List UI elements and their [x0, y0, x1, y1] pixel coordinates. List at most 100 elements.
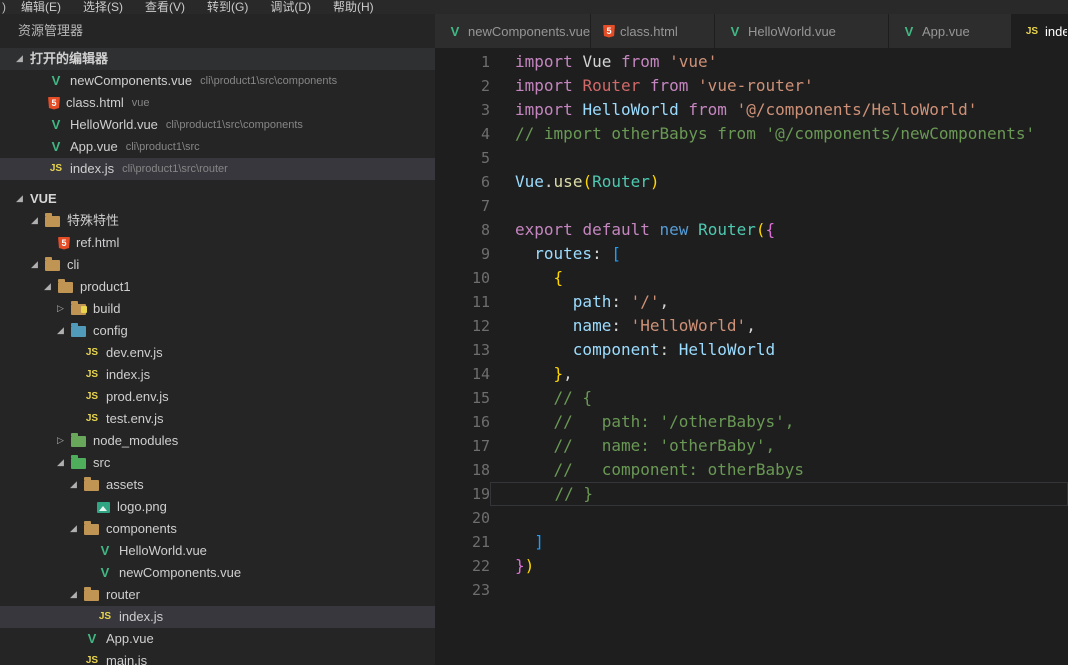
line-content: },	[490, 362, 1068, 386]
open-editor-item[interactable]: VApp.vuecli\product1\src	[0, 136, 435, 158]
open-editors-header[interactable]: ◢ 打开的编辑器	[0, 48, 435, 70]
tree-item[interactable]: ◢assets	[0, 474, 435, 496]
code-line[interactable]: 9 routes: [	[435, 242, 1068, 266]
code-line[interactable]: 13 component: HelloWorld	[435, 338, 1068, 362]
tree-item[interactable]: ▷build	[0, 298, 435, 320]
tree-root-folder[interactable]: ◢ VUE	[0, 188, 435, 210]
line-number: 7	[435, 194, 490, 218]
menu-item[interactable]: 帮助(H)	[322, 0, 385, 14]
tree-item[interactable]: JStest.env.js	[0, 408, 435, 430]
line-number: 2	[435, 74, 490, 98]
menu-item[interactable]: 选择(S)	[72, 0, 134, 14]
open-editor-item[interactable]: VnewComponents.vuecli\product1\src\compo…	[0, 70, 435, 92]
code-line[interactable]: 10 {	[435, 266, 1068, 290]
open-editors-label: 打开的编辑器	[30, 48, 108, 70]
js-icon: JS	[84, 390, 100, 404]
chevron-expanded-icon: ◢	[44, 276, 58, 298]
code-line[interactable]: 8export default new Router({	[435, 218, 1068, 242]
folder-icon	[45, 260, 60, 271]
tree-item[interactable]: VApp.vue	[0, 628, 435, 650]
code-line[interactable]: 6Vue.use(Router)	[435, 170, 1068, 194]
code-line[interactable]: 14 },	[435, 362, 1068, 386]
tree-item[interactable]: ◢ 特殊特性	[0, 210, 435, 232]
vue-icon: V	[48, 74, 64, 88]
line-number: 17	[435, 434, 490, 458]
line-content	[490, 506, 1068, 530]
menu-item[interactable]: 查看(V)	[134, 0, 196, 14]
code-line[interactable]: 21 ]	[435, 530, 1068, 554]
open-editor-item[interactable]: 5class.htmlvue	[0, 92, 435, 114]
tab-newComponents.vue[interactable]: VnewComponents.vue	[435, 14, 591, 48]
menu-item[interactable]: 转到(G)	[196, 0, 259, 14]
code-editor[interactable]: 1import Vue from 'vue'2import Router fro…	[435, 48, 1068, 665]
tab-class.html[interactable]: 5class.html	[591, 14, 715, 48]
file-name: newComponents.vue	[70, 70, 192, 92]
tree-item[interactable]: JS dev.env.js	[0, 342, 435, 364]
line-content: component: HelloWorld	[490, 338, 1068, 362]
tree-item[interactable]: JSindex.js	[0, 364, 435, 386]
tree-item[interactable]: ◢product1	[0, 276, 435, 298]
menu-item[interactable]: 调试(D)	[259, 0, 322, 14]
code-line[interactable]: 18 // component: otherBabys	[435, 458, 1068, 482]
tab-index.js[interactable]: JSindex.js	[1012, 14, 1068, 48]
file-name: 特殊特性	[67, 210, 119, 232]
code-line[interactable]: 12 name: 'HelloWorld',	[435, 314, 1068, 338]
menu-item[interactable]: 编辑(E)	[10, 0, 72, 14]
tree-item[interactable]: VHelloWorld.vue	[0, 540, 435, 562]
tree-item[interactable]: 5ref.html	[0, 232, 435, 254]
code-line[interactable]: 7	[435, 194, 1068, 218]
tab-App.vue[interactable]: VApp.vue	[889, 14, 1012, 48]
tree-item[interactable]: JSprod.env.js	[0, 386, 435, 408]
folder-icon	[71, 326, 86, 337]
line-content: // }	[490, 482, 1068, 506]
tree-item[interactable]: ◢router	[0, 584, 435, 606]
code-line[interactable]: 23	[435, 578, 1068, 602]
line-content	[490, 146, 1068, 170]
tree-item[interactable]: ◢components	[0, 518, 435, 540]
js-icon: JS	[84, 346, 100, 360]
code-line[interactable]: 11 path: '/',	[435, 290, 1068, 314]
code-line[interactable]: 16 // path: '/otherBabys',	[435, 410, 1068, 434]
menu-overflow-fragment: )	[0, 0, 10, 14]
line-number: 23	[435, 578, 490, 602]
line-number: 1	[435, 50, 490, 74]
code-line[interactable]: 22})	[435, 554, 1068, 578]
tree-item[interactable]: ▷node_modules	[0, 430, 435, 452]
code-line[interactable]: 5	[435, 146, 1068, 170]
code-line[interactable]: 17 // name: 'otherBaby',	[435, 434, 1068, 458]
tree-item[interactable]: ◢config	[0, 320, 435, 342]
file-name: node_modules	[93, 430, 178, 452]
tab-HelloWorld.vue[interactable]: VHelloWorld.vue	[715, 14, 889, 48]
open-editor-item[interactable]: JSindex.jscli\product1\src\router	[0, 158, 435, 180]
code-line[interactable]: 15 // {	[435, 386, 1068, 410]
code-line[interactable]: 4// import otherBabys from '@/components…	[435, 122, 1068, 146]
line-number: 14	[435, 362, 490, 386]
chevron-expanded-icon: ◢	[31, 210, 45, 232]
line-number: 8	[435, 218, 490, 242]
tree-item[interactable]: VnewComponents.vue	[0, 562, 435, 584]
tree-item[interactable]: logo.png	[0, 496, 435, 518]
tree-item[interactable]: JSmain.js	[0, 650, 435, 665]
file-name: dev.env.js	[106, 342, 163, 364]
line-content: })	[490, 554, 1068, 578]
code-line[interactable]: 20	[435, 506, 1068, 530]
line-content: ]	[490, 530, 1068, 554]
line-content: import HelloWorld from '@/components/Hel…	[490, 98, 1068, 122]
tree-item[interactable]: ◢src	[0, 452, 435, 474]
line-content: name: 'HelloWorld',	[490, 314, 1068, 338]
code-line[interactable]: 3import HelloWorld from '@/components/He…	[435, 98, 1068, 122]
code-line[interactable]: 19 // }	[435, 482, 1068, 506]
image-icon	[97, 502, 110, 513]
line-content: // {	[490, 386, 1068, 410]
tab-label: index.js	[1045, 24, 1068, 39]
chevron-expanded-icon: ◢	[31, 254, 45, 276]
open-editor-item[interactable]: VHelloWorld.vuecli\product1\src\componen…	[0, 114, 435, 136]
chevron-expanded-icon: ◢	[57, 452, 71, 474]
code-line[interactable]: 1import Vue from 'vue'	[435, 50, 1068, 74]
folder-icon	[84, 590, 99, 601]
vue-icon: V	[84, 632, 100, 646]
tree-item[interactable]: ◢cli	[0, 254, 435, 276]
line-number: 10	[435, 266, 490, 290]
tree-item[interactable]: JSindex.js	[0, 606, 435, 628]
code-line[interactable]: 2import Router from 'vue-router'	[435, 74, 1068, 98]
